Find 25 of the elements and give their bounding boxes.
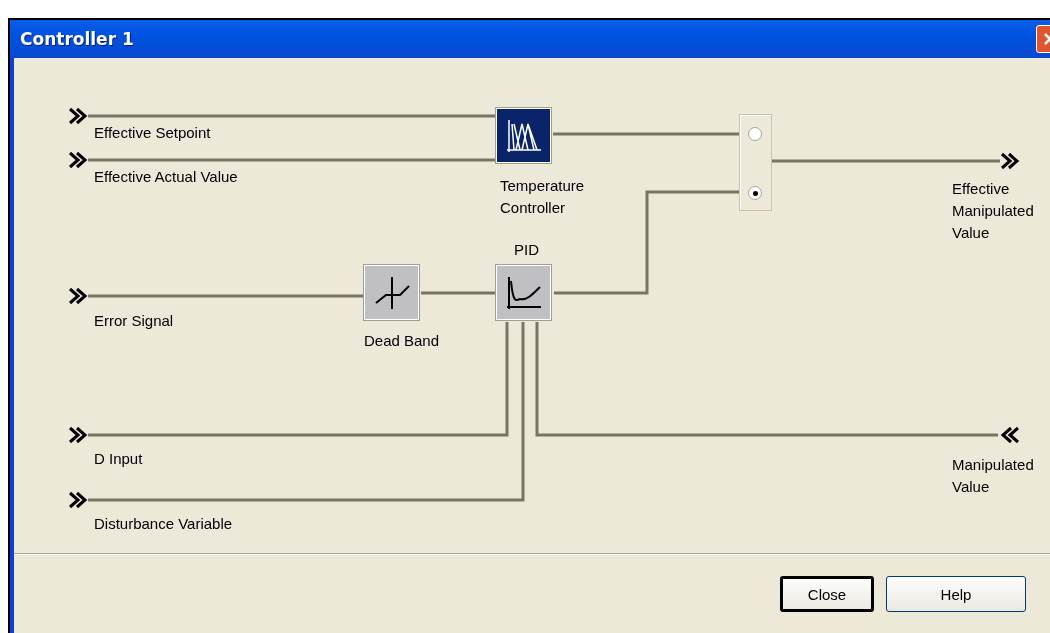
dialog-button[interactable]: Close bbox=[780, 576, 874, 612]
signal-label: Effective Actual Value bbox=[94, 167, 238, 187]
function-block[interactable] bbox=[496, 265, 551, 320]
double-chevron-icon bbox=[68, 490, 88, 510]
double-chevron-icon bbox=[68, 425, 88, 445]
window-title: Controller 1 bbox=[20, 29, 134, 49]
double-chevron-icon bbox=[999, 425, 1021, 445]
signal-label: Disturbance Variable bbox=[94, 514, 233, 534]
double-chevron-icon bbox=[68, 150, 88, 170]
dialog-button[interactable]: Help bbox=[886, 576, 1026, 612]
radio-button[interactable] bbox=[748, 127, 762, 141]
block-label: PID bbox=[514, 240, 539, 260]
function-block[interactable] bbox=[496, 108, 551, 163]
radio-button[interactable] bbox=[748, 186, 762, 200]
signal-label: Error Signal bbox=[94, 311, 174, 331]
signal-label: Effective Setpoint bbox=[94, 123, 211, 143]
block-label: Temperature Controller bbox=[500, 176, 586, 218]
signal-label: Manipulated Value bbox=[952, 455, 1035, 497]
block-label: Dead Band bbox=[364, 331, 440, 351]
double-chevron-icon bbox=[999, 151, 1021, 171]
signal-label: Effective Manipulated Value bbox=[952, 179, 1035, 243]
double-chevron-icon bbox=[68, 286, 88, 306]
function-block[interactable] bbox=[364, 265, 419, 320]
signal-label: D Input bbox=[94, 449, 143, 469]
double-chevron-icon bbox=[68, 106, 88, 126]
